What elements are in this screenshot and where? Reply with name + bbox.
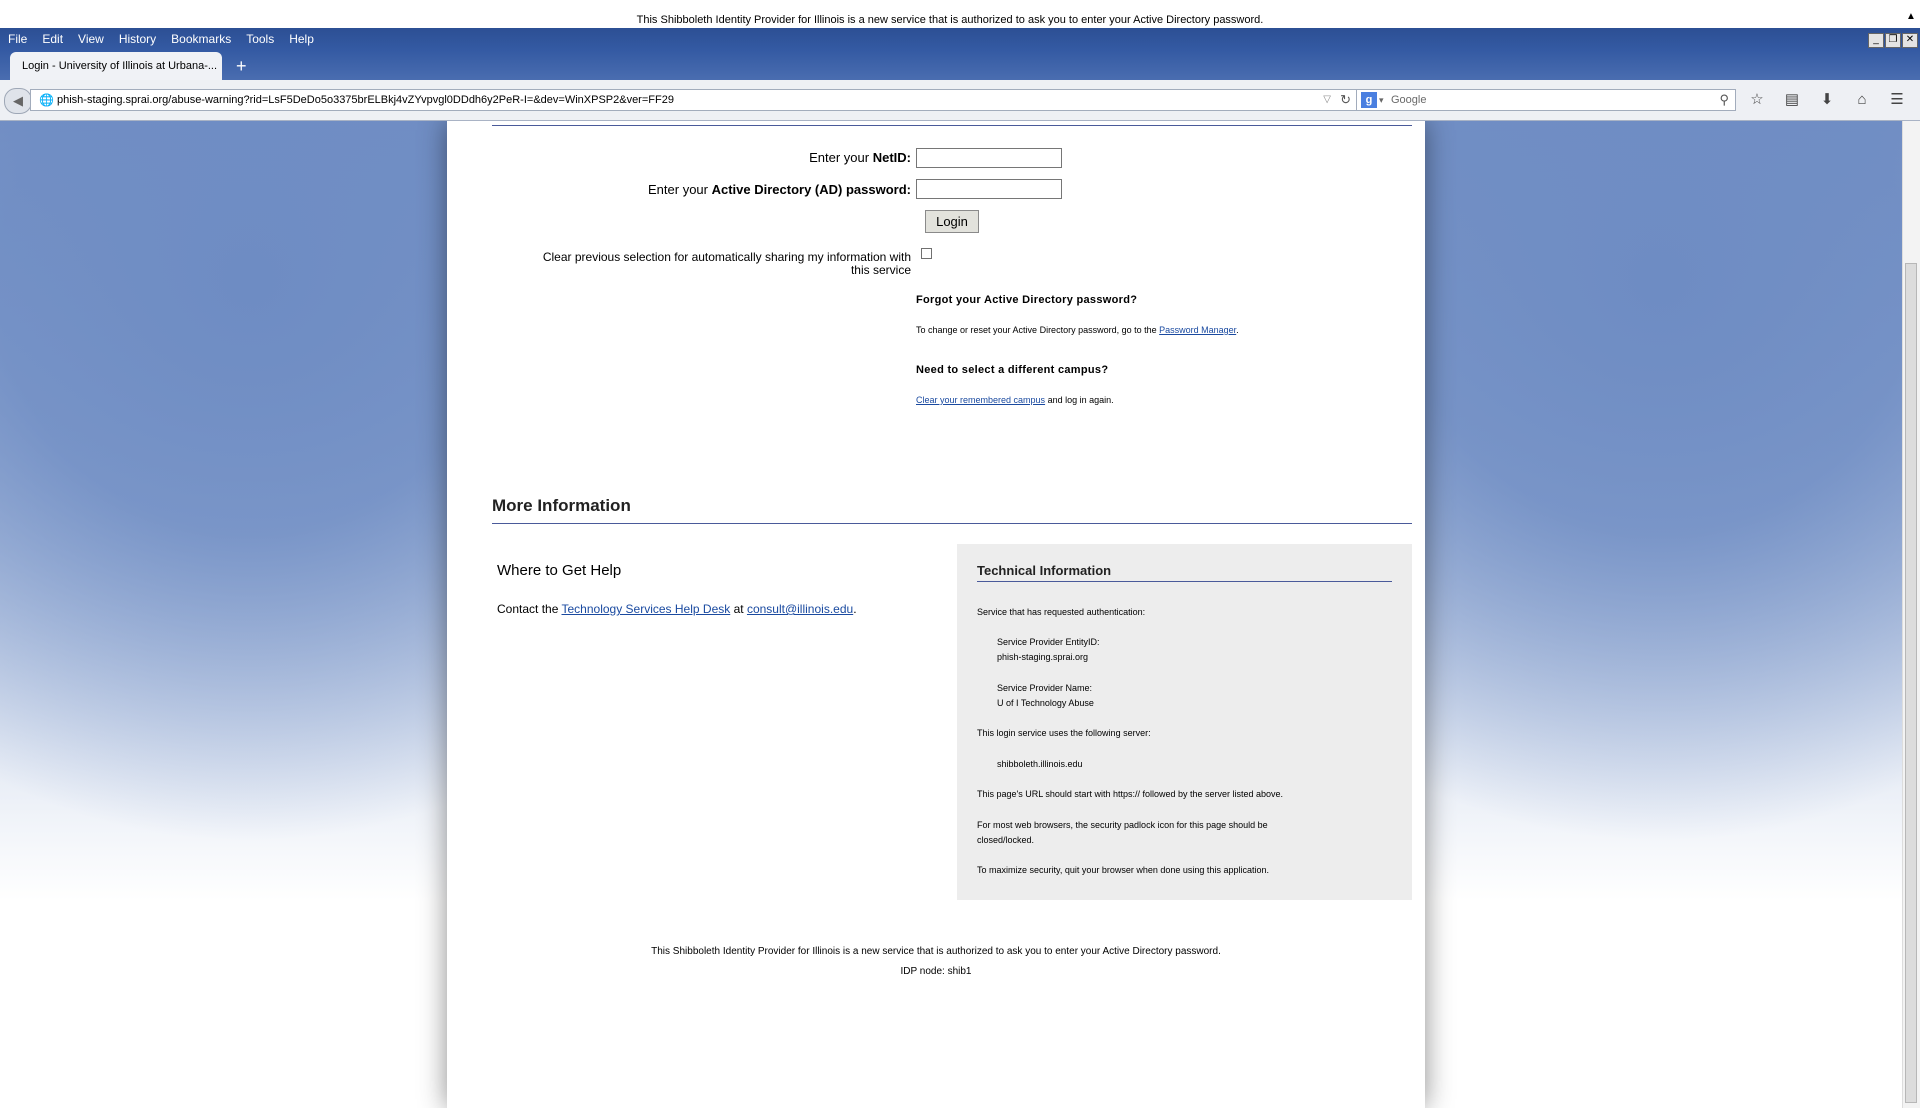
sp-name-label: Service Provider Name: — [997, 683, 1093, 693]
menu-file[interactable]: File — [8, 28, 27, 50]
minimize-icon[interactable]: _ — [1868, 33, 1884, 48]
divider — [977, 581, 1392, 582]
sp-name-value: U of I Technology Abuse — [997, 698, 1094, 708]
restore-icon[interactable]: ❐ — [1885, 33, 1901, 48]
menu-history[interactable]: History — [119, 28, 156, 50]
divider — [492, 125, 1412, 126]
clear-selection-label: Clear previous selection for automatical… — [542, 250, 911, 277]
padlock-note-line1: For most web browsers, the security padl… — [977, 820, 1268, 830]
password-input[interactable] — [916, 179, 1062, 199]
back-button[interactable]: ◀ — [4, 88, 32, 114]
search-placeholder[interactable]: Google — [1391, 90, 1426, 110]
vertical-scrollbar[interactable] — [1902, 121, 1920, 1108]
search-icon[interactable]: ⚲ — [1719, 90, 1729, 110]
page-viewport: Enter your NetID: Enter your Active Dire… — [0, 121, 1903, 1108]
bookmark-star-icon[interactable]: ☆ — [1744, 88, 1770, 112]
help-text: Contact the Technology Services Help Des… — [497, 602, 857, 616]
url-note: This page's URL should start with https:… — [977, 789, 1284, 799]
clear-selection-checkbox[interactable] — [921, 248, 932, 259]
server-value: shibboleth.illinois.edu — [997, 759, 1083, 769]
technical-information-heading: Technical Information — [977, 563, 1112, 578]
content-panel: Enter your NetID: Enter your Active Dire… — [447, 121, 1425, 1108]
forgot-password-text: To change or reset your Active Directory… — [916, 325, 1239, 335]
more-information-heading: More Information — [492, 496, 631, 515]
footer-notice: This Shibboleth Identity Provider for Il… — [651, 946, 1221, 957]
tab-login[interactable]: Login - University of Illinois at Urbana… — [10, 52, 222, 80]
search-bar[interactable]: g ▾ Google ⚲ — [1356, 89, 1736, 111]
scroll-up-arrow-icon[interactable]: ▲ — [1904, 10, 1918, 24]
open-menu-icon[interactable]: ☰ — [1884, 88, 1910, 112]
google-engine-icon[interactable]: g — [1361, 92, 1377, 108]
sp-entity-value: phish-staging.sprai.org — [997, 652, 1089, 662]
campus-text: Clear your remembered campus and log in … — [916, 395, 1114, 405]
password-manager-link[interactable]: Password Manager — [1159, 325, 1236, 335]
navigation-bar: ◀ 🌐 phish-staging.sprai.org/abuse-warnin… — [0, 80, 1920, 121]
toolbar-icons: ☆ ▤ ⬇ ⌂ ☰ — [1744, 88, 1919, 112]
tab-bar: Login - University of Illinois at Urbana… — [0, 50, 1920, 80]
menu-tools[interactable]: Tools — [246, 28, 274, 50]
close-icon[interactable]: ✕ — [1902, 33, 1918, 48]
password-label: Enter your Active Directory (AD) passwor… — [648, 182, 911, 197]
search-engine-dropdown-icon[interactable]: ▾ — [1379, 90, 1384, 110]
consult-email-link[interactable]: consult@illinois.edu — [747, 602, 853, 616]
scrollbar-thumb[interactable] — [1905, 263, 1917, 1103]
footer-idp-node: IDP node: shib1 — [900, 966, 972, 977]
help-desk-link[interactable]: Technology Services Help Desk — [562, 602, 731, 616]
technical-information-box: Technical Information Service that has r… — [957, 544, 1412, 900]
bookmarks-menu-icon[interactable]: ▤ — [1779, 88, 1805, 112]
help-heading: Where to Get Help — [497, 562, 622, 579]
menu-help[interactable]: Help — [289, 28, 314, 50]
top-notice: This Shibboleth Identity Provider for Il… — [636, 14, 1264, 26]
campus-heading: Need to select a different campus? — [916, 364, 1109, 376]
globe-icon: 🌐 — [39, 93, 54, 107]
url-history-dropdown-icon[interactable]: ▽ — [1323, 90, 1331, 110]
login-button[interactable]: Login — [925, 210, 979, 233]
netid-input[interactable] — [916, 148, 1062, 168]
reload-icon[interactable]: ↻ — [1340, 90, 1351, 110]
new-tab-button[interactable]: + — [236, 54, 247, 78]
padlock-note-line2: closed/locked. — [977, 835, 1035, 845]
service-requested-text: Service that has requested authenticatio… — [977, 607, 1146, 617]
sp-entity-label: Service Provider EntityID: — [997, 637, 1100, 647]
clear-campus-link[interactable]: Clear your remembered campus — [916, 395, 1045, 405]
server-intro-text: This login service uses the following se… — [977, 728, 1151, 738]
menu-bookmarks[interactable]: Bookmarks — [171, 28, 231, 50]
menu-view[interactable]: View — [78, 28, 104, 50]
url-bar[interactable]: 🌐 phish-staging.sprai.org/abuse-warning?… — [30, 89, 1360, 111]
divider — [492, 523, 1412, 524]
netid-label: Enter your NetID: — [809, 150, 911, 165]
url-text[interactable]: phish-staging.sprai.org/abuse-warning?ri… — [57, 90, 674, 110]
forgot-password-heading: Forgot your Active Directory password? — [916, 294, 1138, 306]
window-controls: _ ❐ ✕ — [1867, 29, 1918, 48]
security-note: To maximize security, quit your browser … — [977, 865, 1269, 875]
menu-bar: File Edit View History Bookmarks Tools Help — [0, 28, 1920, 50]
menu-edit[interactable]: Edit — [42, 28, 63, 50]
home-icon[interactable]: ⌂ — [1849, 88, 1875, 112]
downloads-icon[interactable]: ⬇ — [1814, 88, 1840, 112]
